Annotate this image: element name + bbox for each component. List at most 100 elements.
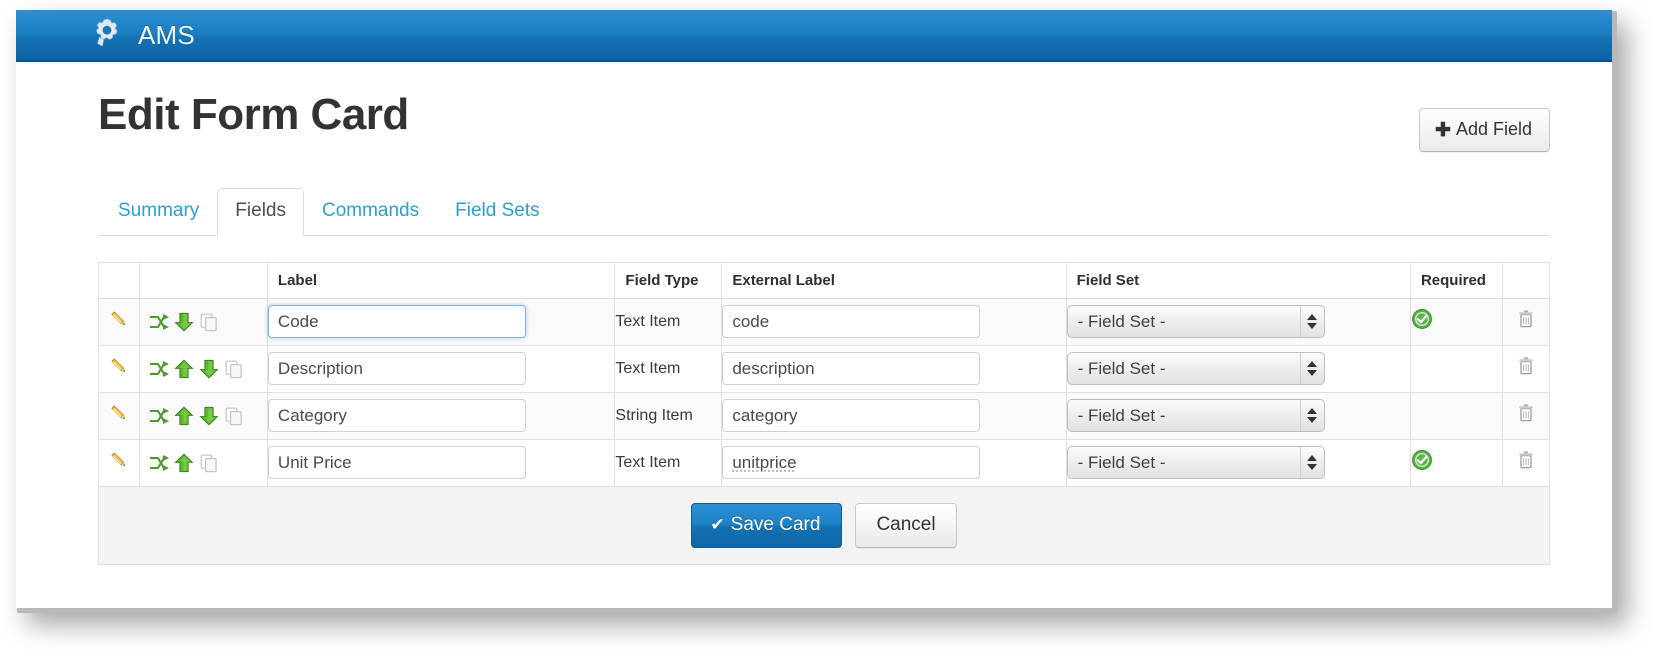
- cell-required: [1410, 345, 1502, 392]
- cell-edit: [99, 439, 140, 486]
- th-edit: [99, 262, 140, 298]
- add-field-wrap: ✚Add Field: [1419, 108, 1550, 152]
- tab-bar: Summary Fields Commands Field Sets: [98, 188, 1550, 236]
- field-set-select[interactable]: - Field Set -: [1067, 352, 1325, 385]
- cell-row-tools: [139, 439, 267, 486]
- cell-field-set: - Field Set -: [1066, 392, 1410, 439]
- cell-external-label: [722, 298, 1066, 345]
- shuffle-icon[interactable]: [148, 405, 170, 427]
- green-check-icon: [1411, 308, 1433, 330]
- tab-field-sets[interactable]: Field Sets: [437, 188, 557, 236]
- copy-icon: [223, 405, 245, 427]
- trash-icon[interactable]: [1515, 402, 1537, 424]
- page-header: Edit Form Card ✚Add Field: [98, 62, 1550, 152]
- th-delete: [1502, 262, 1549, 298]
- cell-field-type: String Item: [615, 392, 722, 439]
- cell-label: [267, 392, 615, 439]
- label-input[interactable]: [268, 305, 526, 338]
- table-row: Text Item - Field Set -: [99, 439, 1550, 486]
- move-up-icon[interactable]: [173, 452, 195, 474]
- cell-field-type: Text Item: [615, 345, 722, 392]
- cell-delete: [1502, 439, 1549, 486]
- shuffle-icon[interactable]: [148, 311, 170, 333]
- fields-table-wrap: Label Field Type External Label Field Se…: [98, 262, 1550, 565]
- move-up-icon[interactable]: [173, 358, 195, 380]
- label-input[interactable]: [268, 399, 526, 432]
- page-content: Edit Form Card ✚Add Field Summary Fields…: [16, 62, 1612, 608]
- edit-pencil-icon[interactable]: [108, 449, 130, 471]
- plus-icon: ✚: [1435, 120, 1451, 141]
- cancel-button[interactable]: Cancel: [855, 503, 956, 548]
- tab-fields[interactable]: Fields: [217, 188, 304, 236]
- table-header-row: Label Field Type External Label Field Se…: [99, 262, 1550, 298]
- page-title: Edit Form Card: [98, 90, 409, 141]
- row-tools: [140, 358, 267, 380]
- table-row: String Item - Field Set -: [99, 392, 1550, 439]
- trash-icon[interactable]: [1515, 308, 1537, 330]
- cell-required: [1410, 392, 1502, 439]
- shuffle-icon[interactable]: [148, 358, 170, 380]
- field-set-value: - Field Set -: [1078, 453, 1166, 473]
- edit-pencil-icon[interactable]: [108, 402, 130, 424]
- external-label-input[interactable]: [722, 446, 980, 479]
- move-down-icon[interactable]: [198, 405, 220, 427]
- field-type-text: Text Item: [615, 313, 680, 330]
- add-field-label: Add Field: [1456, 119, 1532, 139]
- row-tools: [140, 405, 267, 427]
- cell-row-tools: [139, 298, 267, 345]
- cell-label: [267, 345, 615, 392]
- green-check-icon: [1411, 449, 1433, 471]
- label-input[interactable]: [268, 446, 526, 479]
- cell-field-set: - Field Set -: [1066, 298, 1410, 345]
- external-label-input[interactable]: [722, 352, 980, 385]
- tab-commands[interactable]: Commands: [304, 188, 437, 236]
- external-label-input[interactable]: [722, 305, 980, 338]
- cell-row-tools: [139, 345, 267, 392]
- cell-edit: [99, 345, 140, 392]
- field-type-text: Text Item: [615, 454, 680, 471]
- fields-table: Label Field Type External Label Field Se…: [98, 262, 1550, 487]
- gear-icon: [90, 16, 124, 55]
- brand-link[interactable]: AMS: [90, 16, 195, 55]
- field-set-value: - Field Set -: [1078, 406, 1166, 426]
- edit-pencil-icon[interactable]: [108, 355, 130, 377]
- cell-field-type: Text Item: [615, 439, 722, 486]
- select-spinner-icon: [1300, 447, 1324, 478]
- cell-required: [1410, 439, 1502, 486]
- th-required: Required: [1410, 262, 1502, 298]
- row-tools: [140, 452, 267, 474]
- save-card-button[interactable]: ✔Save Card: [691, 503, 842, 548]
- row-tools: [140, 311, 267, 333]
- shuffle-icon[interactable]: [148, 452, 170, 474]
- edit-pencil-icon[interactable]: [108, 308, 130, 330]
- select-spinner-icon: [1300, 353, 1324, 384]
- field-set-select[interactable]: - Field Set -: [1067, 305, 1325, 338]
- field-set-select[interactable]: - Field Set -: [1067, 446, 1325, 479]
- cell-delete: [1502, 392, 1549, 439]
- cell-field-set: - Field Set -: [1066, 345, 1410, 392]
- screenshot-root: AMS Edit Form Card ✚Add Field Summary Fi…: [0, 0, 1665, 665]
- move-down-icon[interactable]: [173, 311, 195, 333]
- cell-external-label: [722, 392, 1066, 439]
- cell-edit: [99, 298, 140, 345]
- trash-icon[interactable]: [1515, 449, 1537, 471]
- move-down-icon[interactable]: [198, 358, 220, 380]
- move-up-icon[interactable]: [173, 405, 195, 427]
- save-card-label: Save Card: [731, 514, 821, 535]
- cell-row-tools: [139, 392, 267, 439]
- cell-external-label: [722, 439, 1066, 486]
- cell-field-type: Text Item: [615, 298, 722, 345]
- form-actions-footer: ✔Save Card Cancel: [98, 487, 1550, 565]
- tab-summary[interactable]: Summary: [100, 188, 217, 236]
- table-body: Text Item - Field Set - Text Item - Field S…: [99, 298, 1550, 486]
- label-input[interactable]: [268, 352, 526, 385]
- trash-icon[interactable]: [1515, 355, 1537, 377]
- add-field-button[interactable]: ✚Add Field: [1419, 108, 1550, 152]
- cell-label: [267, 298, 615, 345]
- external-label-input[interactable]: [722, 399, 980, 432]
- copy-icon: [198, 452, 220, 474]
- browser-window: AMS Edit Form Card ✚Add Field Summary Fi…: [16, 10, 1612, 608]
- field-set-select[interactable]: - Field Set -: [1067, 399, 1325, 432]
- copy-icon: [223, 358, 245, 380]
- select-spinner-icon: [1300, 400, 1324, 431]
